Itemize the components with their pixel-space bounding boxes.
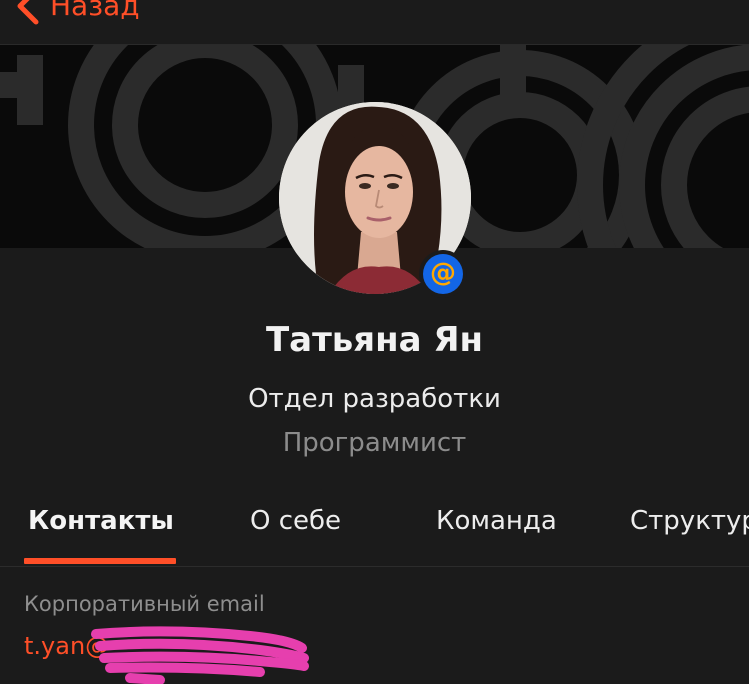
profile-name: Татьяна Ян xyxy=(265,320,484,360)
top-nav-bar: Назад xyxy=(0,0,749,45)
mail-badge: @ xyxy=(419,250,467,298)
profile-department: Отдел разработки xyxy=(248,384,501,414)
chevron-left-icon xyxy=(17,0,39,25)
back-label: Назад xyxy=(50,0,140,22)
profile-screen: Назад @ Татьяна Ян Отдел разработки Прог… xyxy=(0,0,749,684)
tab-team[interactable]: Команда xyxy=(436,506,557,536)
tab-about[interactable]: О себе xyxy=(250,506,341,536)
tab-structure[interactable]: Структура xyxy=(630,506,749,536)
badge-glyph: @ xyxy=(430,258,456,288)
tab-contacts[interactable]: Контакты xyxy=(28,506,174,536)
active-tab-indicator xyxy=(24,558,176,564)
at-sign-icon: @ xyxy=(423,254,463,294)
back-button[interactable]: Назад xyxy=(14,0,140,26)
profile-position: Программист xyxy=(282,428,467,458)
redaction-scribble xyxy=(91,626,309,684)
corporate-email-label: Корпоративный email xyxy=(24,592,265,616)
profile-tabs: Контакты О себе Команда Структура xyxy=(0,490,749,567)
